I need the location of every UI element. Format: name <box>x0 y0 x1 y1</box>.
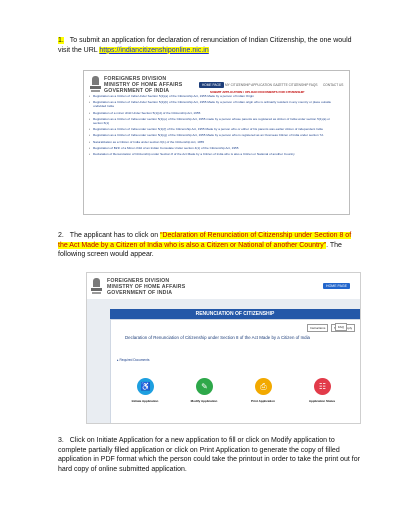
print-application-label: Print Application <box>251 399 275 403</box>
step-1: 1. To submit an application for declarat… <box>58 36 358 55</box>
site-header: FOREIGNERS DIVISION MINISTRY OF HOME AFF… <box>87 273 360 299</box>
list-item[interactable]: Registration of a minor child Under Sect… <box>89 111 339 116</box>
citizenship-portal-link[interactable]: https://indiancitizenshiponline.nic.in <box>99 46 209 54</box>
step-3-text: Click on Initiate Application for a new … <box>58 437 360 473</box>
list-item[interactable]: Registration of Birth of a Minor child o… <box>89 146 339 151</box>
form-title: Declaration of Renunciation of Citizensh… <box>125 335 311 340</box>
tab-gazette[interactable]: GAZETTE CITIZENSHIP <box>273 83 308 87</box>
tab-my-application[interactable]: MY CITIZENSHIP APPLICATION <box>225 83 272 87</box>
step-2-number: 2. <box>58 232 64 239</box>
modify-application-icon[interactable]: ✎ <box>196 378 213 395</box>
list-item[interactable]: Registration as a Citizen of India under… <box>89 117 339 126</box>
step-3: 3. Click on Initiate Application for a n… <box>58 436 360 474</box>
application-status-label: Application Status <box>308 399 336 403</box>
state-emblem-icon <box>91 278 102 294</box>
faq-button[interactable]: FAQ <box>335 323 348 331</box>
section-title-bar: RENUNCIATION OF CITIZENSHIP <box>110 309 360 319</box>
tab-home-page[interactable]: HOME PAGE <box>199 82 225 88</box>
list-item[interactable]: Naturalization as a Citizen of India und… <box>89 140 339 145</box>
step-3-number: 3. <box>58 437 64 444</box>
org-name: FOREIGNERS DIVISION MINISTRY OF HOME AFF… <box>104 76 182 94</box>
portal-home-screenshot: FOREIGNERS DIVISION MINISTRY OF HOME AFF… <box>83 70 350 215</box>
state-emblem-icon <box>90 76 101 92</box>
modify-application-label: Modify Application <box>190 399 218 403</box>
list-item[interactable]: Registration as a Citizen of India under… <box>89 133 339 138</box>
renunciation-panel: Instructions Time to Apply Declaration o… <box>110 319 360 423</box>
instructions-button[interactable]: Instructions <box>307 324 329 332</box>
tab-contact-us[interactable]: CONTACT US <box>323 83 343 87</box>
home-page-button[interactable]: HOME PAGE <box>323 283 350 289</box>
org-line-3: GOVERNMENT OF INDIA <box>107 290 173 296</box>
initiate-application-icon[interactable]: ♿ <box>137 378 154 395</box>
list-item[interactable]: Registration as a Citizen of India Under… <box>89 94 339 99</box>
org-name: FOREIGNERS DIVISION MINISTRY OF HOME AFF… <box>107 278 185 296</box>
initiate-application-label: Initiate Application <box>131 399 159 403</box>
list-item[interactable]: Registration as a Citizen of India Under… <box>89 100 339 109</box>
application-type-list: Registration as a Citizen of India Under… <box>89 94 339 159</box>
step-2: 2. The applicant has to click on “Declar… <box>58 231 358 260</box>
step-2-text: The applicant has to click on <box>69 232 161 239</box>
print-application-icon[interactable]: ⎙ <box>255 378 272 395</box>
renunciation-screenshot: FOREIGNERS DIVISION MINISTRY OF HOME AFF… <box>86 272 361 424</box>
application-status-icon[interactable]: ☷ <box>314 378 331 395</box>
tab-faqs[interactable]: FAQS <box>309 83 318 87</box>
renunciation-list-item[interactable]: Declaration of Renunciation of Citizensh… <box>89 152 339 157</box>
list-item[interactable]: Registration as a Citizen of India under… <box>89 127 339 132</box>
step-1-number: 1. <box>58 37 64 44</box>
required-documents-link[interactable]: ▸ Required Documents <box>117 358 149 362</box>
required-documents-label: Required Documents <box>119 358 150 362</box>
